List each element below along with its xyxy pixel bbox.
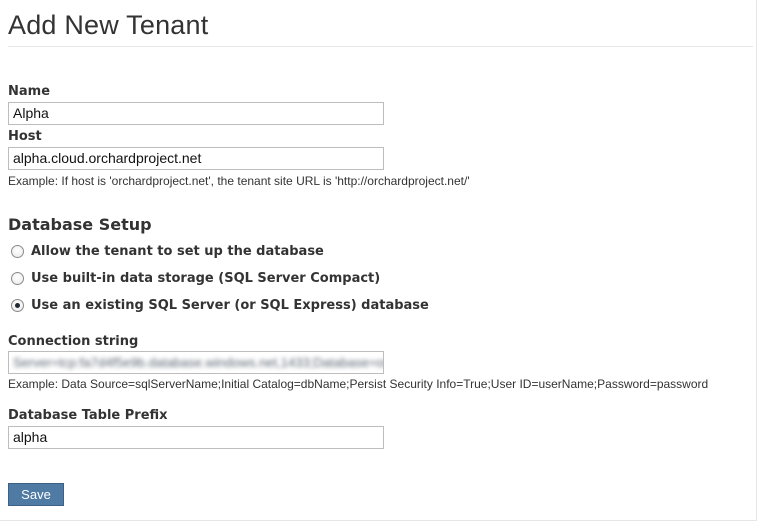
host-hint: Example: If host is 'orchardproject.net'… [8, 174, 470, 188]
host-label: Host [8, 129, 42, 144]
save-button[interactable]: Save [8, 483, 64, 506]
radio-label: Use an existing SQL Server (or SQL Expre… [31, 297, 429, 313]
table-prefix-input[interactable]: alpha [8, 426, 384, 449]
page-title: Add New Tenant [8, 10, 209, 40]
connection-string-value: Server=tcp:fa7d4f5e9b.database.windows.n… [13, 355, 384, 370]
radio-label: Use built-in data storage (SQL Server Co… [31, 270, 381, 286]
connection-string-hint: Example: Data Source=sqlServerName;Initi… [8, 377, 709, 391]
title-divider [8, 46, 753, 47]
host-input[interactable]: alpha.cloud.orchardproject.net [8, 147, 384, 170]
radio-button[interactable] [11, 244, 24, 258]
table-prefix-label: Database Table Prefix [8, 408, 168, 423]
radio-button[interactable] [11, 271, 24, 285]
name-label: Name [8, 84, 51, 99]
connection-string-input[interactable]: Server=tcp:fa7d4f5e9b.database.windows.n… [8, 351, 384, 374]
name-input[interactable]: Alpha [8, 102, 384, 125]
radio-button-selected[interactable] [11, 298, 24, 312]
connection-string-label: Connection string [8, 334, 139, 349]
radio-option-existing-sql[interactable]: Use an existing SQL Server (or SQL Expre… [11, 296, 429, 314]
database-setup-title: Database Setup [8, 215, 152, 234]
radio-option-builtin-storage[interactable]: Use built-in data storage (SQL Server Co… [11, 269, 380, 287]
radio-option-tenant-setup[interactable]: Allow the tenant to set up the database [11, 242, 324, 260]
radio-label: Allow the tenant to set up the database [31, 243, 324, 259]
